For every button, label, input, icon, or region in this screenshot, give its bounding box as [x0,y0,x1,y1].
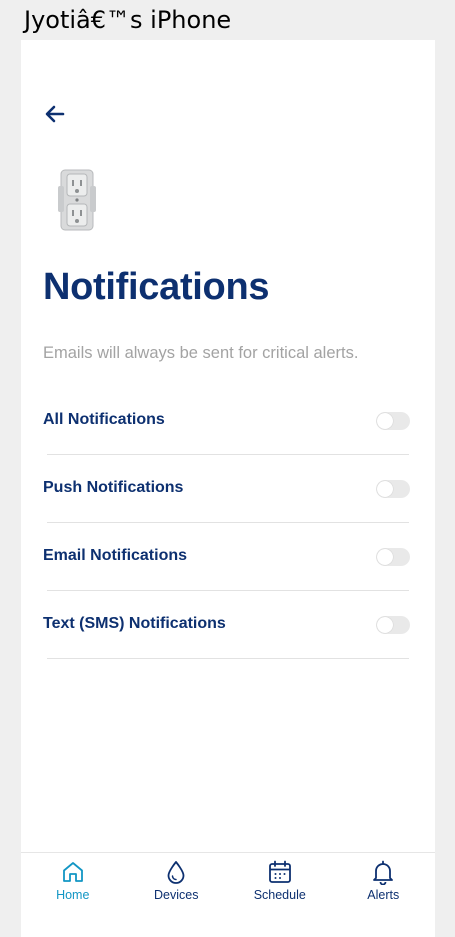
setting-label: Text (SMS) Notifications [43,615,226,632]
tab-label: Schedule [253,888,306,902]
toggle-knob [377,617,393,633]
sms-notifications-toggle[interactable] [376,616,410,634]
water-drop-icon [167,861,185,884]
setting-row-all: All Notifications [43,387,410,455]
window-title: Jyotiâ€™s iPhone [24,6,232,34]
setting-row-push: Push Notifications [43,455,410,523]
setting-label: All Notifications [43,411,165,428]
page-title: Notifications [43,266,270,308]
home-icon [62,862,83,882]
email-notifications-toggle[interactable] [376,548,410,566]
tab-alerts[interactable]: Alerts [332,853,436,937]
calendar-icon [268,860,291,883]
tab-label: Alerts [367,888,400,902]
toggle-knob [377,481,393,497]
setting-row-sms: Text (SMS) Notifications [43,591,410,659]
tab-devices[interactable]: Devices [125,853,229,937]
setting-label: Email Notifications [43,547,188,564]
page-subtitle: Emails will always be sent for critical … [43,344,359,362]
back-button[interactable] [41,100,69,128]
setting-label: Push Notifications [43,479,184,496]
arrow-left-icon [45,105,65,123]
outlet-device-image [57,168,101,236]
tab-label: Home [56,888,90,902]
toggle-knob [377,549,393,565]
tab-label: Devices [154,888,199,902]
tab-schedule[interactable]: Schedule [228,853,332,937]
setting-row-email: Email Notifications [43,523,410,591]
all-notifications-toggle[interactable] [376,412,410,430]
bottom-tab-bar: Home Devices Schedule Alerts [21,852,435,937]
tab-home[interactable]: Home [21,853,125,937]
push-notifications-toggle[interactable] [376,480,410,498]
notification-settings-list: All Notifications Push Notifications Ema… [43,387,410,659]
phone-screen: Notifications Emails will always be sent… [21,40,435,937]
bell-icon [373,860,394,885]
toggle-knob [377,413,393,429]
